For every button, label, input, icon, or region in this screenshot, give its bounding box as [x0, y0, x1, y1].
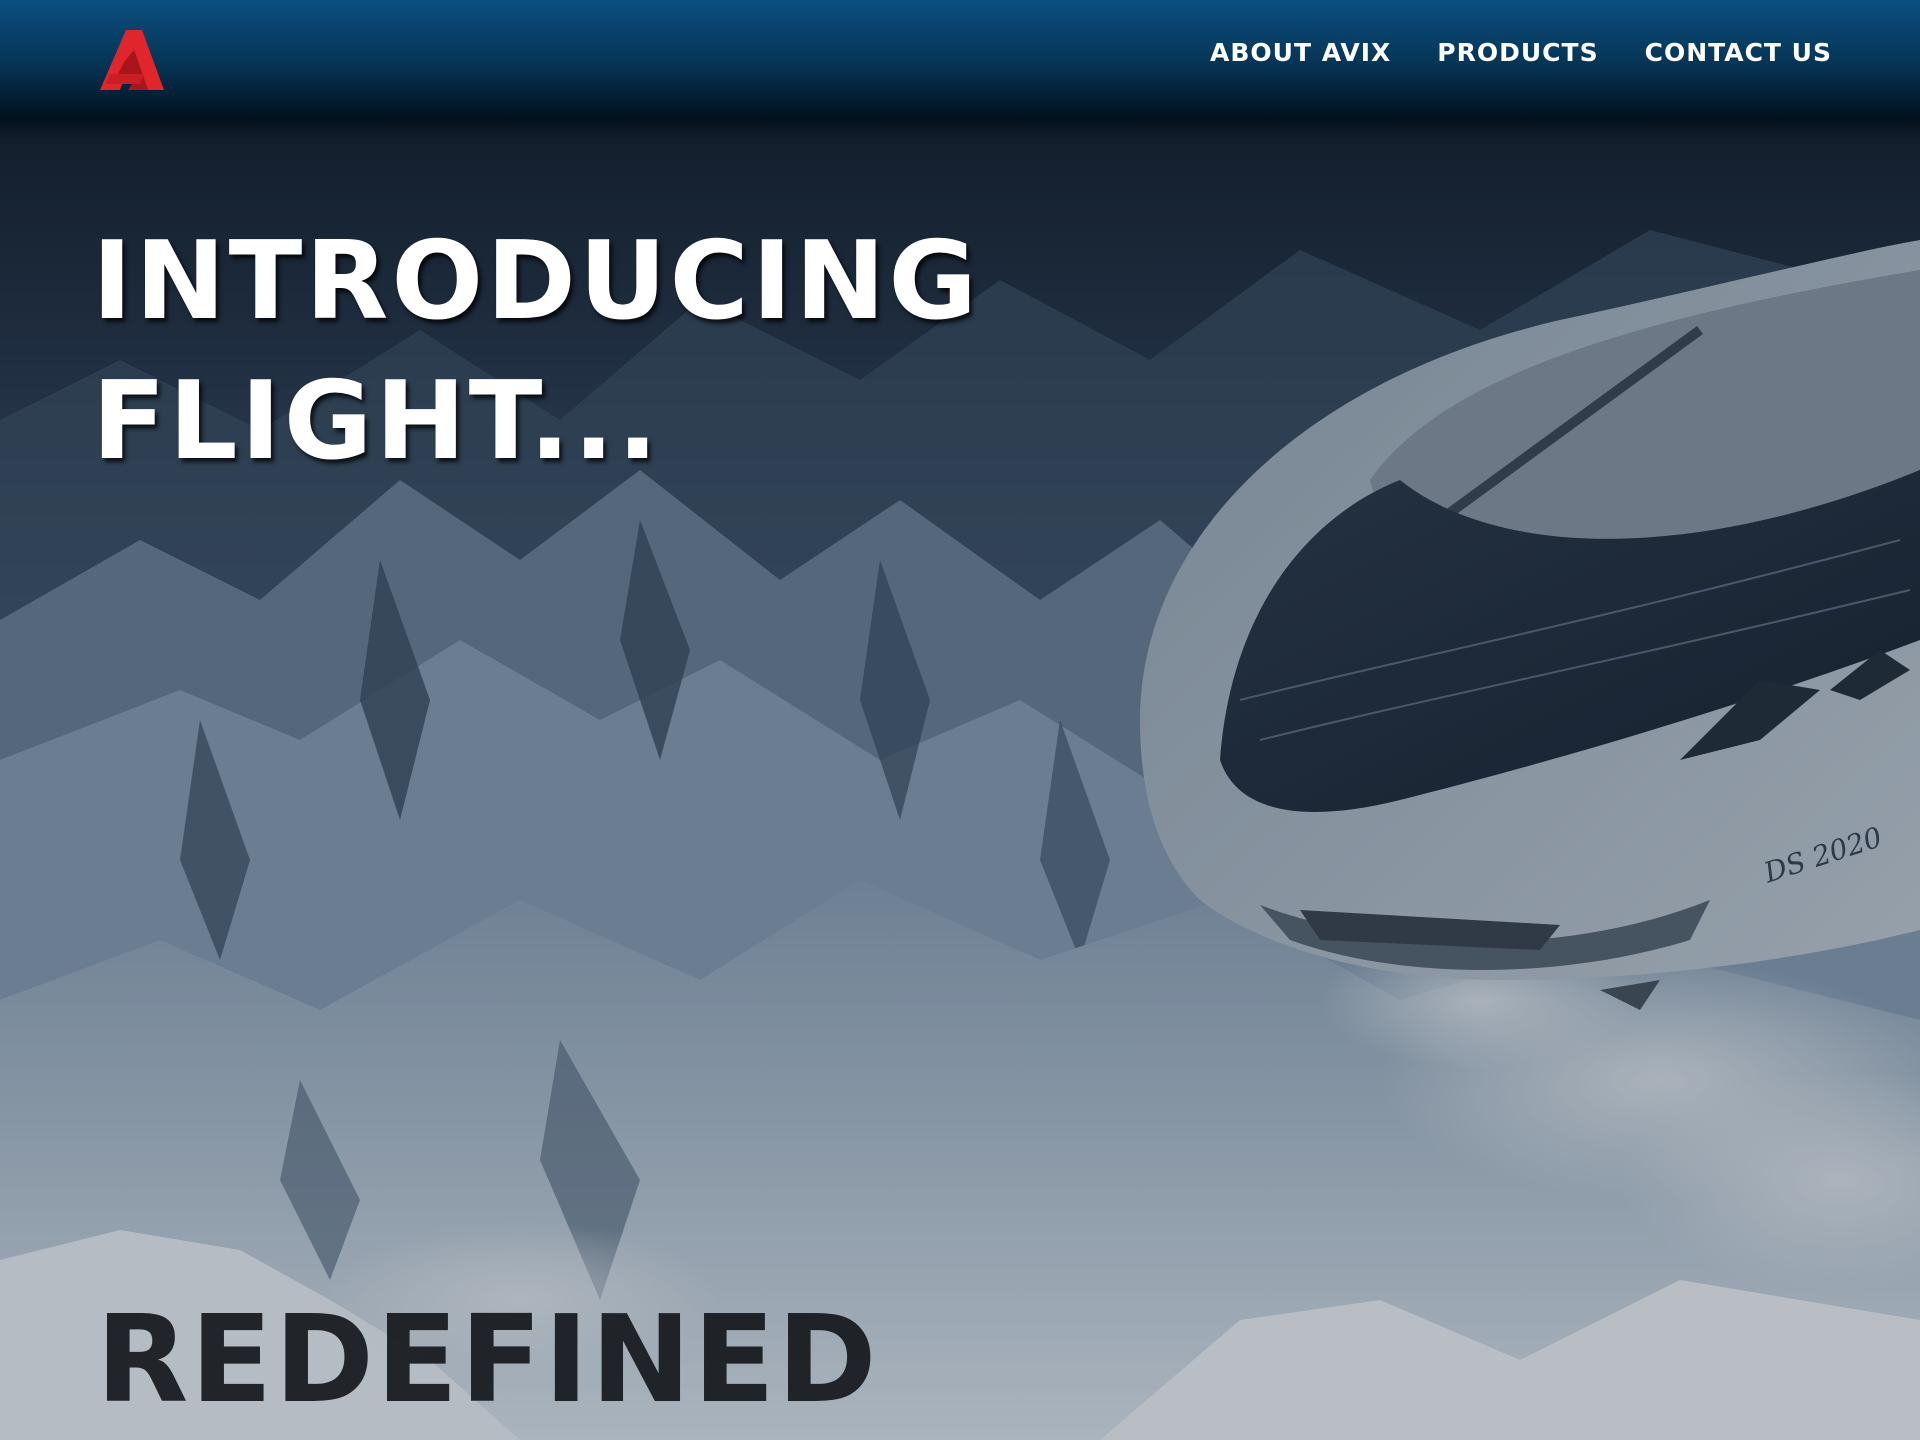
avix-logo-icon[interactable] [98, 28, 166, 92]
site-header: ABOUT AVIX PRODUCTS CONTACT US [0, 0, 1920, 140]
headline-line-2: FLIGHT... [92, 359, 662, 484]
avix-a-logo-icon [100, 30, 164, 90]
headline-line-1: INTRODUCING [92, 219, 981, 344]
main-nav: ABOUT AVIX PRODUCTS CONTACT US [1210, 38, 1832, 68]
hero-tagline: REDEFINED [96, 1291, 879, 1430]
hero-headline: INTRODUCING FLIGHT... [92, 212, 980, 492]
nav-products-link[interactable]: PRODUCTS [1437, 38, 1598, 68]
nav-contact-us-link[interactable]: CONTACT US [1645, 38, 1832, 68]
nav-about-avix-link[interactable]: ABOUT AVIX [1210, 38, 1391, 68]
